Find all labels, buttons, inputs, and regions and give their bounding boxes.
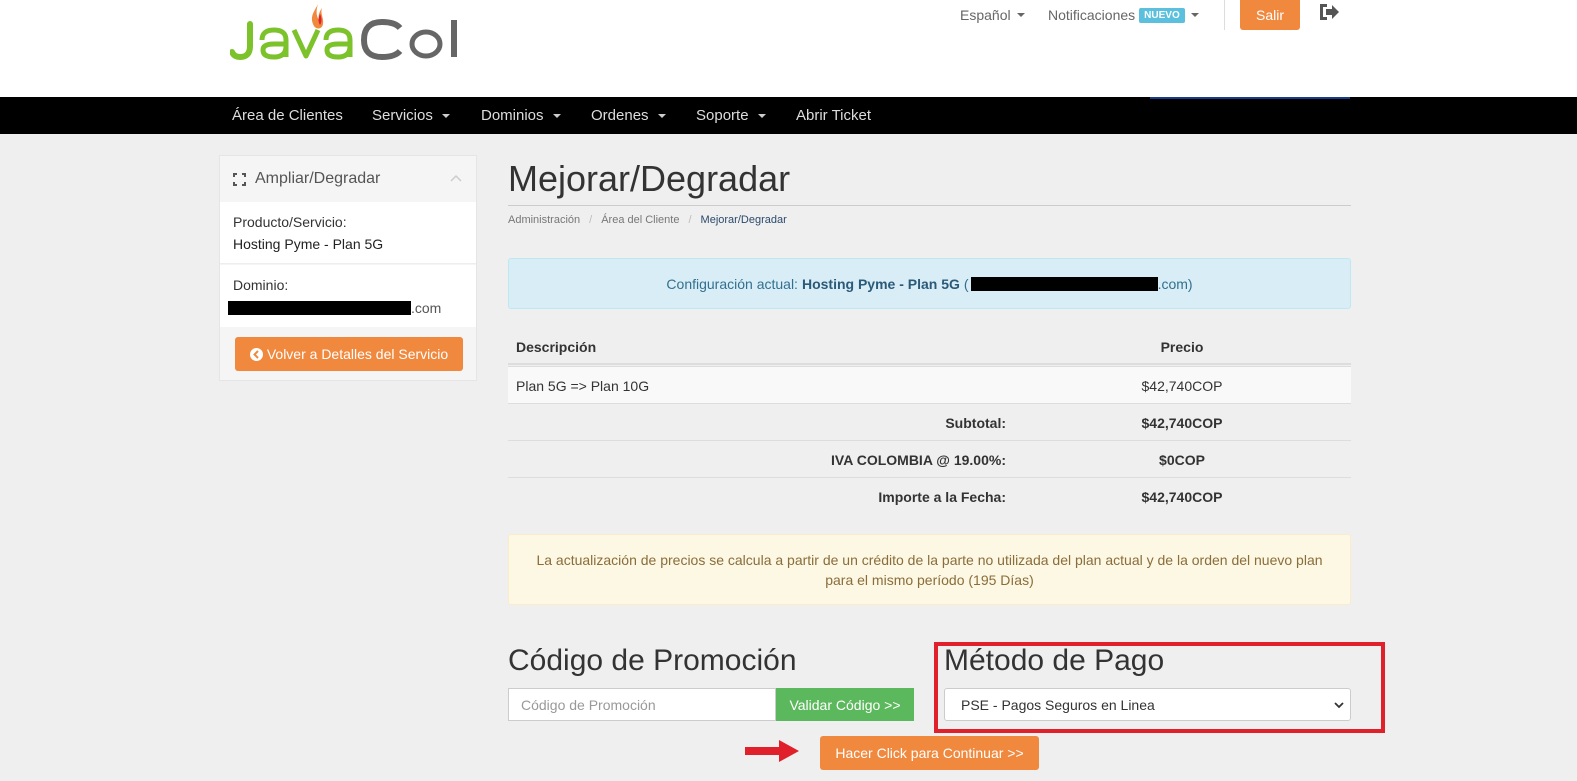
breadcrumb-separator: /	[589, 214, 593, 226]
domain-label: Dominio:	[233, 277, 289, 293]
notifications-dropdown[interactable]: Notificaciones NUEVO	[1048, 0, 1199, 30]
caret-down-icon	[757, 113, 766, 118]
proration-notice: La actualización de precios se calcula a…	[508, 534, 1351, 605]
current-config-value: Hosting Pyme - Plan 5G	[801, 275, 960, 292]
summary-label: Importe a la Fecha:	[878, 488, 1006, 505]
nav-item-services[interactable]: Servicios	[372, 97, 450, 134]
nav-item-orders[interactable]: Ordenes	[591, 97, 666, 134]
logout-button[interactable]: Salir	[1240, 0, 1300, 30]
current-config-label: Configuración actual:	[666, 275, 798, 292]
nav-item-label: Abrir Ticket	[796, 107, 872, 124]
sidebar-header[interactable]: Ampliar/Degradar	[220, 156, 476, 202]
chevron-up-icon[interactable]	[450, 174, 462, 182]
arrow-circle-left-icon	[249, 347, 263, 361]
nav-item-label: Dominios	[481, 107, 544, 124]
back-to-service-button[interactable]: Volver a Detalles del Servicio	[235, 337, 463, 371]
nav-item-client-area[interactable]: Área de Clientes	[232, 97, 343, 134]
nav-item-label: Ordenes	[591, 107, 649, 124]
back-button-label: Volver a Detalles del Servicio	[266, 346, 449, 362]
paren-open: (	[963, 275, 969, 292]
row-description: Plan 5G => Plan 10G	[516, 377, 650, 394]
caret-down-icon	[657, 113, 666, 118]
caret-down-icon	[1190, 13, 1199, 17]
caret-down-icon	[552, 113, 561, 118]
breadcrumb-item-active: Mejorar/Degradar	[700, 214, 787, 226]
summary-row-subtotal: Subtotal: $42,740COP	[508, 403, 1351, 440]
product-label: Producto/Servicio:	[233, 214, 347, 230]
javacol-logo[interactable]	[230, 0, 505, 70]
notifications-label: Notificaciones	[1048, 7, 1136, 23]
page-title: Mejorar/Degradar	[508, 158, 791, 199]
current-config-domain-suffix: .com)	[1157, 275, 1193, 292]
sign-out-icon[interactable]	[1318, 2, 1340, 22]
nav-item-label: Servicios	[372, 107, 433, 124]
sidebar-title: Ampliar/Degradar	[255, 170, 381, 187]
summary-row-tax: IVA COLOMBIA @ 19.00%: $0COP	[508, 440, 1351, 477]
new-badge: NUEVO	[1139, 7, 1185, 23]
sidebar-product-info: Producto/Servicio: Hosting Pyme - Plan 5…	[220, 202, 476, 264]
nav-item-label: Área de Clientes	[232, 107, 343, 124]
summary-value: $42,740COP	[1141, 414, 1223, 431]
summary-row-total: Importe a la Fecha: $42,740COP	[508, 477, 1351, 514]
redacted-block	[228, 301, 411, 315]
validate-code-button[interactable]: Validar Código >>	[776, 688, 914, 721]
domain-value: .com	[228, 300, 441, 316]
summary-value: $42,740COP	[1141, 488, 1223, 505]
breadcrumb: Administración / Área del Cliente / Mejo…	[508, 214, 787, 226]
language-dropdown[interactable]: Español	[960, 0, 1025, 30]
annotation-arrow-icon	[745, 740, 799, 762]
proration-notice-text: La actualización de precios se calcula a…	[536, 551, 1323, 588]
table-header-row: Descripción Precio	[508, 328, 1351, 365]
header-description: Descripción	[516, 338, 597, 355]
continue-button[interactable]: Hacer Click para Continuar >>	[820, 736, 1039, 770]
nav-item-open-ticket[interactable]: Abrir Ticket	[796, 97, 871, 134]
product-value: Hosting Pyme - Plan 5G	[233, 236, 384, 252]
domain-suffix: .com	[411, 300, 442, 316]
annotation-highlight-box	[934, 642, 1385, 733]
nav-item-label: Soporte	[696, 107, 749, 124]
nav-item-support[interactable]: Soporte	[696, 97, 766, 134]
sidebar-panel: Ampliar/Degradar Producto/Servicio: Host…	[219, 155, 477, 381]
language-label: Español	[960, 7, 1011, 23]
nav-item-domains[interactable]: Dominios	[481, 97, 561, 134]
caret-down-icon	[441, 113, 450, 118]
navbar-accent	[1150, 97, 1350, 99]
breadcrumb-separator: /	[688, 214, 692, 226]
header-price: Precio	[1160, 338, 1204, 355]
row-price: $42,740COP	[1141, 377, 1223, 394]
table-row: Plan 5G => Plan 10G $42,740COP	[508, 366, 1351, 403]
summary-label: IVA COLOMBIA @ 19.00%:	[831, 451, 1006, 468]
summary-label: Subtotal:	[945, 414, 1006, 431]
title-divider	[508, 205, 1351, 206]
main-navbar: Área de Clientes Servicios Dominios Orde…	[0, 97, 1577, 134]
expand-icon	[233, 172, 246, 186]
redacted-block	[970, 276, 1158, 291]
current-config-alert: Configuración actual: Hosting Pyme - Pla…	[508, 258, 1351, 309]
promo-code-input[interactable]	[508, 688, 776, 721]
caret-down-icon	[1016, 13, 1025, 17]
promo-heading: Código de Promoción	[508, 644, 797, 677]
breadcrumb-item[interactable]: Área del Cliente	[601, 214, 679, 226]
breadcrumb-item[interactable]: Administración	[508, 214, 580, 226]
sidebar-domain-info: Dominio: .com	[220, 265, 476, 327]
header-divider	[1224, 0, 1225, 30]
header: Español Notificaciones NUEVO Salir	[0, 0, 1577, 97]
summary-value: $0COP	[1159, 451, 1205, 468]
